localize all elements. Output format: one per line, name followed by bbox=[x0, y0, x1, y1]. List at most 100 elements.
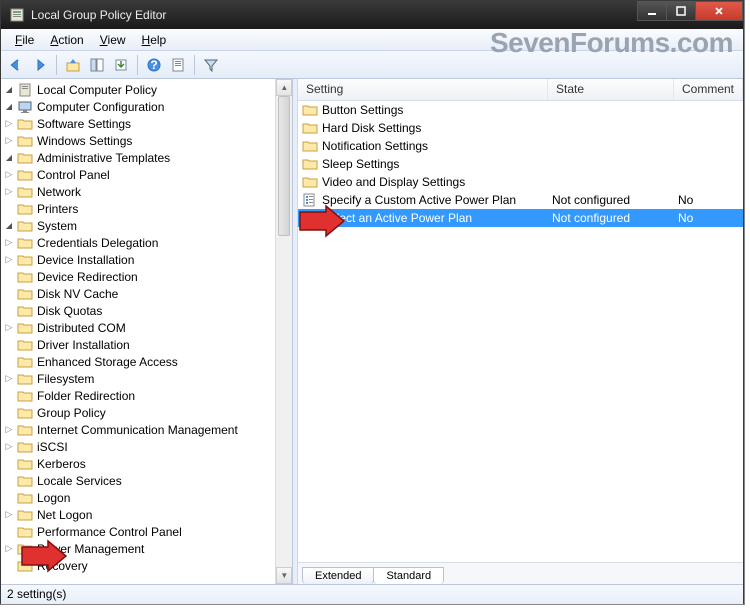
tree-admin-templates[interactable]: Administrative Templates bbox=[1, 149, 292, 166]
tree-node-label: Network bbox=[37, 185, 81, 199]
list-row[interactable]: Notification Settings bbox=[298, 137, 743, 155]
tree-group-policy[interactable]: Group Policy bbox=[1, 404, 292, 421]
tree-credentials-delegation[interactable]: Credentials Delegation bbox=[1, 234, 292, 251]
expander-icon[interactable] bbox=[3, 152, 15, 164]
expander-icon[interactable] bbox=[3, 237, 15, 249]
expander-icon[interactable] bbox=[3, 424, 15, 436]
expander-icon[interactable] bbox=[3, 169, 15, 181]
tree-internet-communication-management[interactable]: Internet Communication Management bbox=[1, 421, 292, 438]
tree-logon[interactable]: Logon bbox=[1, 489, 292, 506]
export-button[interactable] bbox=[110, 54, 132, 76]
tree-disk-quotas[interactable]: Disk Quotas bbox=[1, 302, 292, 319]
tab-extended[interactable]: Extended bbox=[302, 567, 374, 584]
list-body[interactable]: Button Settings Hard Disk Settings Notific… bbox=[298, 101, 743, 562]
tree-recovery[interactable]: Recovery bbox=[1, 557, 292, 574]
tab-standard[interactable]: Standard bbox=[373, 567, 444, 584]
tree-node-label: iSCSI bbox=[37, 440, 68, 454]
expander-icon[interactable] bbox=[3, 186, 15, 198]
tree-control-panel[interactable]: Control Panel bbox=[1, 166, 292, 183]
list-row[interactable]: Button Settings bbox=[298, 101, 743, 119]
tree-node-label: Net Logon bbox=[37, 508, 92, 522]
tree-node-label: Windows Settings bbox=[37, 134, 132, 148]
tree-kerberos[interactable]: Kerberos bbox=[1, 455, 292, 472]
tree-network[interactable]: Network bbox=[1, 183, 292, 200]
tree-enhanced-storage-access[interactable]: Enhanced Storage Access bbox=[1, 353, 292, 370]
tree-node-label: Disk NV Cache bbox=[37, 287, 118, 301]
state-label: Not configured bbox=[552, 193, 630, 207]
scroll-thumb[interactable] bbox=[278, 96, 290, 236]
menu-view[interactable]: View bbox=[92, 31, 134, 49]
menu-action[interactable]: Action bbox=[42, 31, 91, 49]
tree-computer-config[interactable]: Computer Configuration bbox=[1, 98, 292, 115]
tree-folder-redirection[interactable]: Folder Redirection bbox=[1, 387, 292, 404]
forward-button[interactable] bbox=[29, 54, 51, 76]
maximize-button[interactable] bbox=[666, 1, 696, 21]
tree-locale-services[interactable]: Locale Services bbox=[1, 472, 292, 489]
expander-icon[interactable] bbox=[3, 322, 15, 334]
up-button[interactable] bbox=[62, 54, 84, 76]
tree-printers[interactable]: Printers bbox=[1, 200, 292, 217]
tree-filesystem[interactable]: Filesystem bbox=[1, 370, 292, 387]
tree-node-label: Group Policy bbox=[37, 406, 106, 420]
tree-device-redirection[interactable]: Device Redirection bbox=[1, 268, 292, 285]
window-title: Local Group Policy Editor bbox=[31, 8, 638, 22]
list-row[interactable]: Sleep Settings bbox=[298, 155, 743, 173]
list-row[interactable]: Specify a Custom Active Power PlanNot co… bbox=[298, 191, 743, 209]
menu-help[interactable]: Help bbox=[134, 31, 175, 49]
tree-iscsi[interactable]: iSCSI bbox=[1, 438, 292, 455]
expander-icon[interactable] bbox=[3, 543, 15, 555]
expander-icon[interactable] bbox=[3, 373, 15, 385]
expander-icon[interactable] bbox=[3, 84, 15, 96]
list-row[interactable]: Video and Display Settings bbox=[298, 173, 743, 191]
column-comment[interactable]: Comment bbox=[674, 79, 743, 100]
setting-label: Button Settings bbox=[322, 103, 403, 117]
show-hide-tree-button[interactable] bbox=[86, 54, 108, 76]
close-button[interactable] bbox=[695, 1, 743, 21]
scroll-down-button[interactable]: ▼ bbox=[276, 567, 292, 584]
properties-button[interactable] bbox=[167, 54, 189, 76]
tree-distributed-com[interactable]: Distributed COM bbox=[1, 319, 292, 336]
tree-software-settings[interactable]: Software Settings bbox=[1, 115, 292, 132]
tree-node-label: Driver Installation bbox=[37, 338, 130, 352]
expander-icon[interactable] bbox=[3, 254, 15, 266]
minimize-button[interactable] bbox=[637, 1, 667, 21]
expander-icon[interactable] bbox=[3, 441, 15, 453]
tree-system[interactable]: System bbox=[1, 217, 292, 234]
list-row[interactable]: Hard Disk Settings bbox=[298, 119, 743, 137]
tree-net-logon[interactable]: Net Logon bbox=[1, 506, 292, 523]
tree-node-label: Disk Quotas bbox=[37, 304, 102, 318]
comment-label: No bbox=[678, 211, 693, 225]
column-setting[interactable]: Setting bbox=[298, 79, 548, 100]
column-state[interactable]: State bbox=[548, 79, 674, 100]
tree-pane[interactable]: Local Computer PolicyComputer Configurat… bbox=[1, 79, 293, 584]
tree-node-label: Local Computer Policy bbox=[37, 83, 157, 97]
expander-icon[interactable] bbox=[3, 101, 15, 113]
list-row[interactable]: Select an Active Power PlanNot configure… bbox=[298, 209, 743, 227]
setting-label: Hard Disk Settings bbox=[322, 121, 421, 135]
expander-icon[interactable] bbox=[3, 118, 15, 130]
tree-node-label: Device Redirection bbox=[37, 270, 138, 284]
tree-node-label: Filesystem bbox=[37, 372, 94, 386]
tree-power-management[interactable]: Power Management bbox=[1, 540, 292, 557]
tree-node-label: Distributed COM bbox=[37, 321, 126, 335]
tree-node-label: Printers bbox=[37, 202, 78, 216]
tree-root[interactable]: Local Computer Policy bbox=[1, 81, 292, 98]
expander-icon[interactable] bbox=[3, 135, 15, 147]
menu-file[interactable]: File bbox=[7, 31, 42, 49]
expander-icon[interactable] bbox=[3, 220, 15, 232]
tree-scrollbar[interactable]: ▲ ▼ bbox=[275, 79, 292, 584]
setting-label: Select an Active Power Plan bbox=[322, 211, 472, 225]
tree-device-installation[interactable]: Device Installation bbox=[1, 251, 292, 268]
tree-driver-installation[interactable]: Driver Installation bbox=[1, 336, 292, 353]
filter-button[interactable] bbox=[200, 54, 222, 76]
back-button[interactable] bbox=[5, 54, 27, 76]
scroll-up-button[interactable]: ▲ bbox=[276, 79, 292, 96]
tree-node-label: Enhanced Storage Access bbox=[37, 355, 178, 369]
tree-node-label: Folder Redirection bbox=[37, 389, 135, 403]
tree-performance-control-panel[interactable]: Performance Control Panel bbox=[1, 523, 292, 540]
tree-windows-settings[interactable]: Windows Settings bbox=[1, 132, 292, 149]
tree-disk-nv-cache[interactable]: Disk NV Cache bbox=[1, 285, 292, 302]
help-button[interactable]: ? bbox=[143, 54, 165, 76]
tree-node-label: Recovery bbox=[37, 559, 88, 573]
expander-icon[interactable] bbox=[3, 509, 15, 521]
